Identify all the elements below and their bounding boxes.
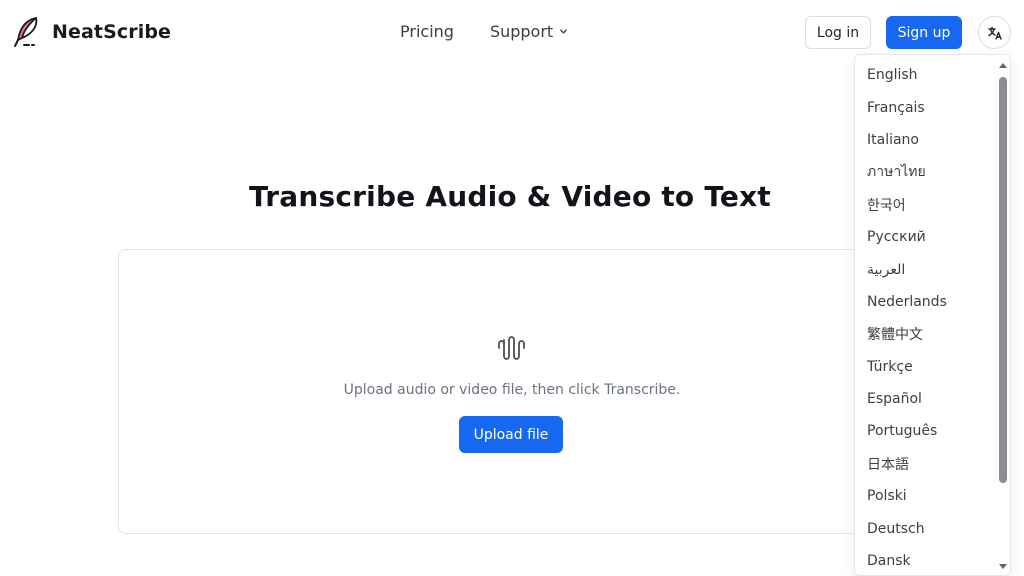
nav-support-label: Support xyxy=(489,22,554,41)
login-button[interactable]: Log in xyxy=(805,16,871,49)
language-option[interactable]: 繁體中文 xyxy=(855,318,995,350)
nav-pricing-label: Pricing xyxy=(400,22,454,41)
scrollbar-thumb[interactable] xyxy=(999,77,1007,483)
language-option[interactable]: Polski xyxy=(855,480,995,512)
language-option[interactable]: 한국어 xyxy=(855,189,995,221)
language-list: English Français Italiano ภาษาไทย 한국어 Ру… xyxy=(855,59,995,575)
scroll-up-arrow-icon[interactable] xyxy=(999,63,1007,68)
language-option[interactable]: العربية xyxy=(855,253,995,285)
brand-name: NeatScribe xyxy=(52,21,172,43)
language-option[interactable]: Türkçe xyxy=(855,351,995,383)
dropdown-scrollbar[interactable] xyxy=(996,55,1010,575)
language-option[interactable]: Português xyxy=(855,415,995,447)
nav-support-dropdown[interactable]: Support xyxy=(490,22,568,41)
language-option[interactable]: Deutsch xyxy=(855,512,995,544)
language-button[interactable] xyxy=(978,16,1011,49)
upload-hint-text: Upload audio or video file, then click T… xyxy=(343,382,681,398)
audio-wave-icon xyxy=(498,336,525,360)
language-option[interactable]: Français xyxy=(855,91,995,123)
scroll-down-arrow-icon[interactable] xyxy=(999,564,1007,569)
translate-icon xyxy=(987,26,1002,40)
brand-logo[interactable]: NeatScribe xyxy=(12,16,171,48)
language-option[interactable]: Dansk xyxy=(855,545,995,575)
main-nav: Pricing Support xyxy=(400,22,568,41)
language-option[interactable]: Nederlands xyxy=(855,286,995,318)
language-option[interactable]: Español xyxy=(855,383,995,415)
upload-file-button[interactable]: Upload file xyxy=(459,416,563,453)
language-option[interactable]: Italiano xyxy=(855,124,995,156)
language-option[interactable]: English xyxy=(855,59,995,91)
chevron-down-icon xyxy=(560,29,568,34)
language-dropdown: English Français Italiano ภาษาไทย 한국어 Ру… xyxy=(854,54,1011,576)
upload-dropzone[interactable]: Upload audio or video file, then click T… xyxy=(118,249,904,534)
language-option[interactable]: Русский xyxy=(855,221,995,253)
quill-pen-icon xyxy=(14,17,38,47)
nav-pricing-link[interactable]: Pricing xyxy=(400,22,454,41)
signup-button[interactable]: Sign up xyxy=(886,16,962,49)
language-option[interactable]: ภาษาไทย xyxy=(855,156,995,188)
language-option[interactable]: 日本語 xyxy=(855,448,995,480)
